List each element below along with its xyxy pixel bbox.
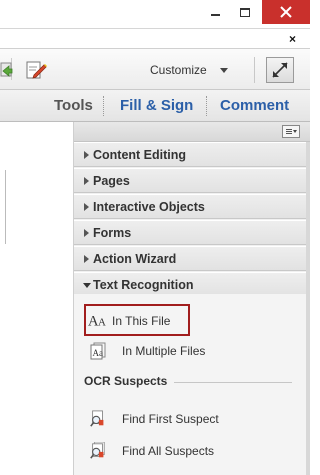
panel-forms[interactable]: Forms (74, 220, 306, 245)
chevron-right-icon (84, 255, 89, 263)
chevron-right-icon (84, 229, 89, 237)
maximize-icon (240, 7, 250, 17)
toolbar-divider (254, 57, 255, 83)
multiple-files-icon: Aa (90, 342, 106, 360)
item-label: Find First Suspect (122, 412, 219, 426)
item-label: In This File (112, 314, 171, 328)
heading-rule (174, 382, 292, 383)
document-edge (0, 170, 6, 244)
share-icon[interactable] (0, 62, 13, 77)
ocr-suspects-heading: OCR Suspects (84, 374, 168, 388)
expand-icon (272, 62, 288, 78)
tab-fill-sign[interactable]: Fill & Sign (120, 97, 193, 114)
pane-scrollbar[interactable] (306, 142, 310, 475)
text-recognition-body: A A In This File Aa In Multiple Files OC… (74, 294, 306, 475)
panel-label: Interactive Objects (93, 200, 205, 214)
close-icon (280, 6, 292, 18)
chevron-right-icon (84, 177, 89, 185)
svg-text:Aa: Aa (93, 348, 104, 358)
chevron-right-icon (84, 151, 89, 159)
tab-divider (103, 96, 104, 116)
find-suspect-icon (90, 410, 104, 427)
minimize-button[interactable] (202, 0, 228, 24)
tab-tools[interactable]: Tools (54, 97, 93, 114)
pane-options-button[interactable] (282, 125, 300, 138)
chevron-right-icon (84, 203, 89, 211)
find-all-suspects-button[interactable]: Find All Suspects (84, 438, 294, 464)
pane-header (74, 122, 310, 142)
customize-menu[interactable]: Customize (150, 63, 207, 77)
panel-label: Pages (93, 174, 130, 188)
panel-interactive-objects[interactable]: Interactive Objects (74, 194, 306, 219)
expand-button[interactable] (266, 57, 294, 83)
item-label: Find All Suspects (122, 444, 215, 458)
close-document-button[interactable]: × (289, 32, 296, 46)
tools-pane: Content Editing Pages Interactive Object… (74, 122, 310, 475)
text-aa-icon: A A (88, 313, 106, 329)
tab-divider (206, 96, 207, 116)
panel-label: Text Recognition (93, 278, 194, 292)
sign-document-icon[interactable] (26, 61, 47, 79)
find-first-suspect-button[interactable]: Find First Suspect (84, 406, 294, 432)
panel-label: Content Editing (93, 148, 187, 162)
toolbar: Customize (0, 48, 310, 90)
panel-pages[interactable]: Pages (74, 168, 306, 193)
minimize-icon (210, 14, 220, 16)
document-close-row: × (0, 28, 310, 48)
in-this-file-button[interactable]: A A In This File (84, 304, 190, 336)
title-bar (0, 0, 310, 28)
item-label: In Multiple Files (122, 344, 206, 358)
document-area[interactable] (0, 122, 74, 475)
close-button[interactable] (262, 0, 310, 24)
toolbar-left-icons (0, 61, 47, 79)
panel-action-wizard[interactable]: Action Wizard (74, 246, 306, 271)
in-multiple-files-button[interactable]: Aa In Multiple Files (84, 338, 294, 364)
chevron-down-icon[interactable] (220, 68, 228, 73)
svg-text:A: A (98, 316, 106, 328)
find-all-suspects-icon (90, 442, 105, 459)
panel-label: Forms (93, 226, 132, 240)
panel-content-editing[interactable]: Content Editing (74, 142, 306, 167)
tabs-bar: Tools Fill & Sign Comment (0, 90, 310, 122)
tab-comment[interactable]: Comment (220, 97, 289, 114)
chevron-down-icon (293, 130, 297, 133)
maximize-button[interactable] (232, 0, 258, 24)
panel-label: Action Wizard (93, 252, 177, 266)
chevron-down-icon (83, 283, 91, 288)
